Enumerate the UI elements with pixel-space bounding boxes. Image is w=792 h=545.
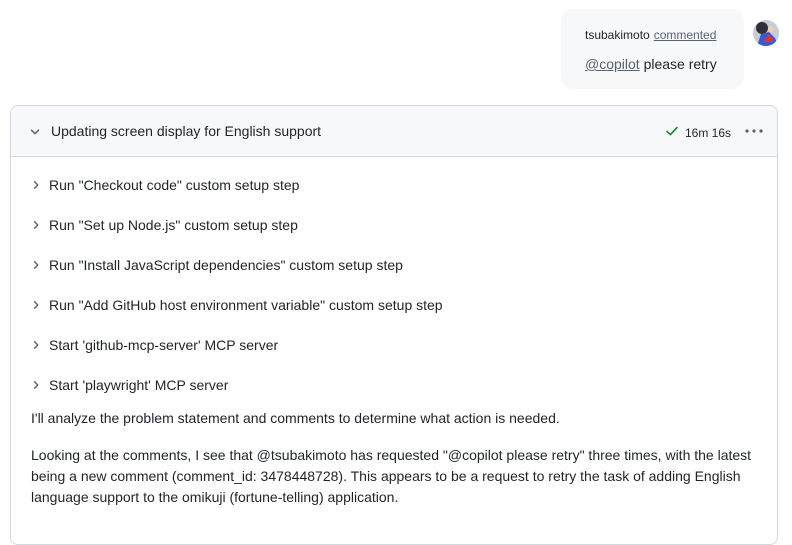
more-options-icon[interactable] <box>743 122 765 140</box>
setup-steps-list: Run "Checkout code" custom setup step Ru… <box>31 175 443 415</box>
step-label: Run "Set up Node.js" custom setup step <box>49 217 298 233</box>
agent-message-paragraph: I'll analyze the problem statement and c… <box>31 410 560 426</box>
session-duration: 16m 16s <box>685 125 732 140</box>
comment-author[interactable]: tsubakimoto <box>585 28 650 42</box>
comment-bubble: tsubakimoto commented @copilot please ret… <box>561 9 744 89</box>
chevron-down-icon[interactable] <box>29 125 41 137</box>
setup-step[interactable]: Run "Install JavaScript dependencies" cu… <box>31 255 443 275</box>
comment-action-link[interactable]: commented <box>654 28 717 42</box>
step-label: Run "Add GitHub host environment variabl… <box>49 297 443 313</box>
comment-body: @copilot please retry <box>585 56 744 72</box>
chevron-right-icon <box>31 340 41 350</box>
avatar[interactable] <box>753 20 779 46</box>
session-header[interactable]: Updating screen display for English supp… <box>11 106 777 157</box>
step-label: Start 'playwright' MCP server <box>49 377 229 393</box>
chevron-right-icon <box>31 220 41 230</box>
setup-step[interactable]: Start 'github-mcp-server' MCP server <box>31 335 443 355</box>
chevron-right-icon <box>31 380 41 390</box>
chevron-right-icon <box>31 300 41 310</box>
agent-message-paragraph: Looking at the comments, I see that @tsu… <box>31 447 752 505</box>
setup-step[interactable]: Run "Add GitHub host environment variabl… <box>31 295 443 315</box>
session-status: 16m 16s <box>665 124 731 141</box>
avatar-image <box>753 20 779 46</box>
chevron-right-icon <box>31 180 41 190</box>
comment-text: please retry <box>643 56 717 72</box>
setup-step[interactable]: Run "Checkout code" custom setup step <box>31 175 443 195</box>
setup-step[interactable]: Run "Set up Node.js" custom setup step <box>31 215 443 235</box>
comment-meta: tsubakimoto commented <box>585 28 744 42</box>
mention-link[interactable]: @copilot <box>585 56 640 72</box>
step-label: Start 'github-mcp-server' MCP server <box>49 337 279 353</box>
step-label: Run "Install JavaScript dependencies" cu… <box>49 257 403 273</box>
session-title: Updating screen display for English supp… <box>51 123 322 139</box>
check-icon <box>665 124 679 141</box>
session-panel: Updating screen display for English supp… <box>10 105 778 545</box>
chevron-right-icon <box>31 260 41 270</box>
step-label: Run "Checkout code" custom setup step <box>49 177 300 193</box>
setup-step[interactable]: Start 'playwright' MCP server <box>31 375 443 395</box>
